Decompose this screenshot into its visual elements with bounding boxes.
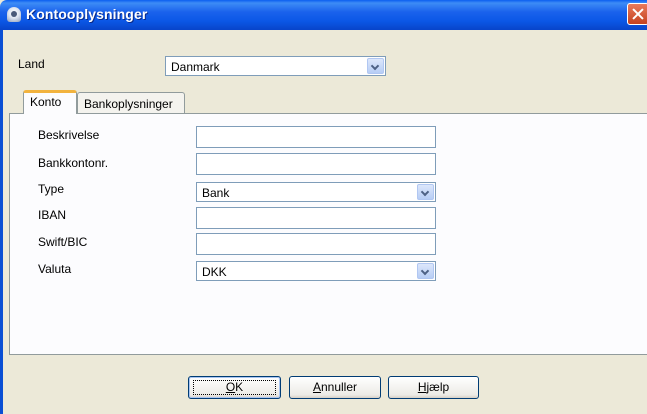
focus-rect — [193, 380, 276, 395]
window-title: Kontooplysninger — [26, 6, 148, 22]
chevron-down-icon[interactable] — [417, 263, 434, 279]
cancel-label: nnuller — [320, 380, 358, 394]
swift-field[interactable] — [196, 233, 436, 255]
tab-bankoplysninger-label: Bankoplysninger — [84, 97, 173, 111]
account-number-field[interactable] — [196, 153, 436, 175]
country-label: Land — [18, 57, 45, 71]
tab-konto[interactable]: Konto — [23, 90, 77, 114]
currency-value: DKK — [202, 265, 227, 279]
cancel-button[interactable]: Annuller — [289, 376, 381, 399]
type-value: Bank — [202, 186, 230, 200]
help-button[interactable]: Hjælp — [388, 376, 479, 399]
tab-panel-konto: Beskrivelse Bankkontonr. Type Bank IBAN … — [9, 113, 647, 355]
title-bar[interactable]: Kontooplysninger — [0, 0, 647, 30]
chevron-down-icon[interactable] — [417, 184, 434, 200]
dialog-window: Kontooplysninger Land Danmark Konto Bank… — [0, 0, 647, 414]
type-label: Type — [38, 182, 65, 196]
type-select[interactable]: Bank — [196, 182, 436, 202]
swift-label: Swift/BIC — [38, 235, 88, 249]
tab-bankoplysninger[interactable]: Bankoplysninger — [77, 92, 185, 113]
help-label: jælp — [426, 380, 450, 394]
cancel-mnemonic: A — [312, 380, 321, 394]
currency-label: Valuta — [38, 262, 72, 276]
description-label: Beskrivelse — [38, 128, 100, 142]
ok-button[interactable]: OK — [188, 376, 281, 399]
country-value: Danmark — [171, 60, 220, 74]
description-field[interactable] — [196, 126, 436, 148]
app-icon — [7, 7, 21, 22]
iban-field[interactable] — [196, 207, 436, 229]
tab-konto-label: Konto — [30, 95, 62, 109]
account-number-label: Bankkontonr. — [38, 156, 109, 170]
iban-label: IBAN — [38, 208, 67, 222]
currency-select[interactable]: DKK — [196, 261, 436, 281]
window-frame-left — [0, 30, 3, 414]
country-select[interactable]: Danmark — [165, 56, 386, 76]
close-icon[interactable] — [627, 3, 647, 25]
chevron-down-icon[interactable] — [367, 58, 384, 74]
